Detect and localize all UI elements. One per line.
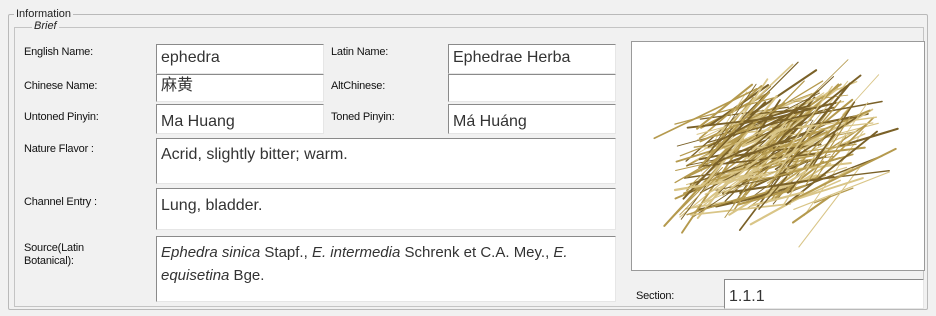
latin-name-field[interactable]: Ephedrae Herba — [448, 44, 616, 74]
ephedra-herb-photo — [653, 59, 899, 248]
source-part: Schrenk et C.A. Mey., — [400, 244, 554, 261]
source-part: Bge. — [229, 267, 265, 284]
channel-entry-field[interactable]: Lung, bladder. — [156, 188, 616, 230]
nature-flavor-label: Nature Flavor : — [24, 143, 94, 155]
latin-name-label: Latin Name: — [331, 46, 389, 58]
source-label: Source(Latin Botanical): — [24, 242, 84, 268]
chinese-name-label: Chinese Name: — [24, 80, 98, 92]
source-part: E. intermedia — [311, 244, 401, 261]
english-name-label: English Name: — [24, 46, 93, 58]
herb-stem — [791, 195, 832, 224]
herb-image — [631, 41, 925, 271]
alt-chinese-label: AltChinese: — [331, 80, 386, 92]
source-part: Ephedra sinica — [161, 244, 261, 261]
toned-pinyin-field[interactable]: Má Huáng — [448, 104, 616, 134]
herb-info-form: Information Brief English Name: ephedra … — [0, 0, 936, 316]
source-label-line1: Source(Latin — [24, 242, 84, 254]
source-label-line2: Botanical): — [24, 255, 74, 267]
source-field[interactable]: Ephedra sinica Stapf., E. intermedia Sch… — [156, 236, 616, 302]
nature-flavor-field[interactable]: Acrid, slightly bitter; warm. — [156, 138, 616, 184]
source-part: Stapf., — [260, 244, 312, 261]
brief-group-title: Brief — [32, 20, 59, 32]
channel-entry-label: Channel Entry : — [24, 196, 97, 208]
section-field[interactable]: 1.1.1 — [724, 279, 924, 309]
toned-pinyin-label: Toned Pinyin: — [331, 111, 395, 123]
alt-chinese-field[interactable] — [448, 74, 616, 102]
english-name-field[interactable]: ephedra — [156, 44, 324, 74]
chinese-name-field[interactable]: 麻黄 — [156, 74, 324, 102]
herb-stem — [842, 74, 880, 115]
untoned-pinyin-field[interactable]: Ma Huang — [156, 104, 324, 134]
section-label: Section: — [636, 290, 675, 302]
untoned-pinyin-label: Untoned Pinyin: — [24, 111, 99, 123]
information-group-title: Information — [14, 8, 74, 20]
